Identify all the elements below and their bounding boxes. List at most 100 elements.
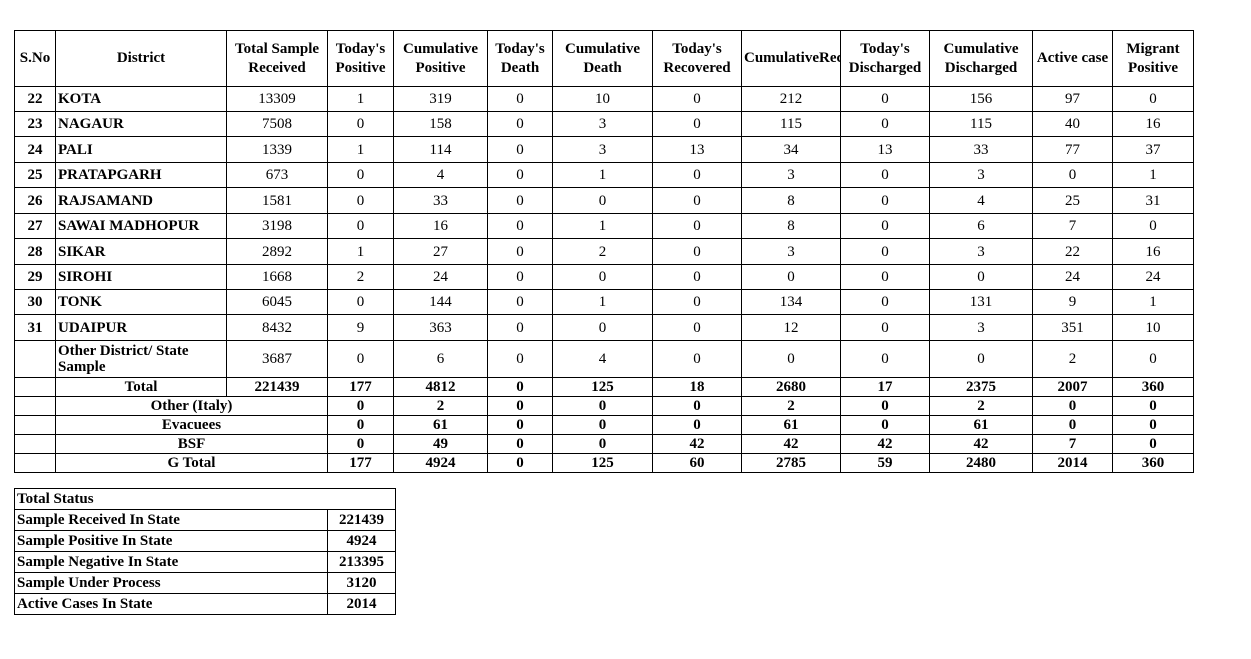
- cell-value: 42: [652, 434, 742, 454]
- cell-value: 1339: [226, 136, 328, 163]
- cell-value: 0: [552, 434, 653, 454]
- cell-value: 3: [741, 162, 841, 188]
- cell-value: 13: [840, 136, 930, 163]
- table-row: 24 PALI 1339 1 114 0 3 13 34 13 33 77 37: [14, 136, 1194, 163]
- cell-value: 134: [741, 289, 841, 315]
- cell-value: 0: [487, 314, 553, 341]
- cell-value: 0: [741, 264, 841, 290]
- status-row: Sample Negative In State 213395: [14, 551, 396, 573]
- cell-value: 0: [840, 111, 930, 137]
- cell-value: 8: [741, 187, 841, 214]
- status-label: Sample Received In State: [14, 509, 328, 531]
- cell-value: 0: [487, 238, 553, 265]
- column-header: Today's Recovered: [652, 30, 742, 87]
- cell-value: 1: [552, 213, 653, 239]
- cell-value: 0: [1112, 396, 1194, 416]
- cell-value: 61: [393, 415, 488, 435]
- cell-value: 0: [652, 187, 742, 214]
- cell-value: 0: [929, 340, 1033, 378]
- status-value: 2014: [327, 593, 396, 615]
- cell-value: 0: [1112, 340, 1194, 378]
- cell-value: 0: [652, 314, 742, 341]
- cell-value: 42: [929, 434, 1033, 454]
- district-name: TONK: [55, 289, 227, 315]
- cell-value: 0: [652, 111, 742, 137]
- column-header: Today's Positive: [327, 30, 394, 87]
- cell-value: 34: [741, 136, 841, 163]
- table-row: 22 KOTA 13309 1 319 0 10 0 212 0 156 97 0: [14, 86, 1194, 112]
- cell-value: 115: [929, 111, 1033, 137]
- cell-value: 0: [840, 264, 930, 290]
- cell-value: 3687: [226, 340, 328, 378]
- cell-value: 61: [741, 415, 841, 435]
- cell-value: 2375: [929, 377, 1033, 397]
- cell-value: 1: [552, 162, 653, 188]
- serial-number: [14, 340, 56, 378]
- cell-value: 61: [929, 415, 1033, 435]
- cell-value: 2: [552, 238, 653, 265]
- cell-value: 2014: [1032, 453, 1113, 473]
- column-header: Today's Discharged: [840, 30, 930, 87]
- column-header: CumulativeRecovered: [741, 30, 841, 87]
- cell-value: 0: [652, 213, 742, 239]
- cell-value: 3198: [226, 213, 328, 239]
- column-header: Active case: [1032, 30, 1113, 87]
- cell-value: 4924: [393, 453, 488, 473]
- cell-value: 0: [840, 314, 930, 341]
- cell-value: 37: [1112, 136, 1194, 163]
- cell-value: 0: [327, 289, 394, 315]
- cell-value: 0: [327, 434, 394, 454]
- cell-value: 0: [929, 264, 1033, 290]
- status-row: Sample Under Process 3120: [14, 572, 396, 594]
- cell-value: 18: [652, 377, 742, 397]
- cell-value: 114: [393, 136, 488, 163]
- cell-value: 0: [652, 86, 742, 112]
- serial-number: 22: [14, 86, 56, 112]
- cell-value: 0: [1032, 415, 1113, 435]
- cell-value: 4812: [393, 377, 488, 397]
- cell-value: 9: [1032, 289, 1113, 315]
- cell-value: 0: [840, 415, 930, 435]
- cell-value: 16: [1112, 111, 1194, 137]
- cell-value: 8: [741, 213, 841, 239]
- cell-value: 1: [327, 238, 394, 265]
- cell-value: 0: [487, 162, 553, 188]
- table-row: Other District/ State Sample 3687 0 6 0 4 0 0 0 0…: [14, 340, 1194, 378]
- cell-value: 0: [652, 340, 742, 378]
- row-label: Total: [55, 377, 227, 397]
- total-row: Total 221439 177 4812 0 125 18 2680 17 2375 2007 36…: [14, 377, 1194, 397]
- cell-value: 0: [840, 162, 930, 188]
- summary-title: Total Status: [14, 488, 396, 510]
- cell-value: 27: [393, 238, 488, 265]
- cell-value: 0: [487, 86, 553, 112]
- district-name: UDAIPUR: [55, 314, 227, 341]
- cell-value: 3: [552, 111, 653, 137]
- cell-value: 0: [327, 415, 394, 435]
- cell-value: 13309: [226, 86, 328, 112]
- row-label: Evacuees: [55, 415, 328, 435]
- district-name: PALI: [55, 136, 227, 163]
- cell-value: 673: [226, 162, 328, 188]
- serial-number: 23: [14, 111, 56, 137]
- cell-value: 144: [393, 289, 488, 315]
- cell-value: 8432: [226, 314, 328, 341]
- cell-value: 0: [1032, 162, 1113, 188]
- row-label: G Total: [55, 453, 328, 473]
- cell-value: 2: [741, 396, 841, 416]
- cell-value: 0: [840, 289, 930, 315]
- district-name: SIROHI: [55, 264, 227, 290]
- cell-value: 0: [487, 453, 553, 473]
- cell-value: 319: [393, 86, 488, 112]
- cell-value: 6: [393, 340, 488, 378]
- cell-value: 0: [487, 187, 553, 214]
- cell-value: 131: [929, 289, 1033, 315]
- district-name: SIKAR: [55, 238, 227, 265]
- serial-number: 31: [14, 314, 56, 341]
- status-value: 213395: [327, 551, 396, 573]
- serial-number: 24: [14, 136, 56, 163]
- status-value: 221439: [327, 509, 396, 531]
- blank-cell: [14, 396, 56, 416]
- cell-value: 33: [393, 187, 488, 214]
- cell-value: 1: [327, 136, 394, 163]
- cell-value: 0: [327, 187, 394, 214]
